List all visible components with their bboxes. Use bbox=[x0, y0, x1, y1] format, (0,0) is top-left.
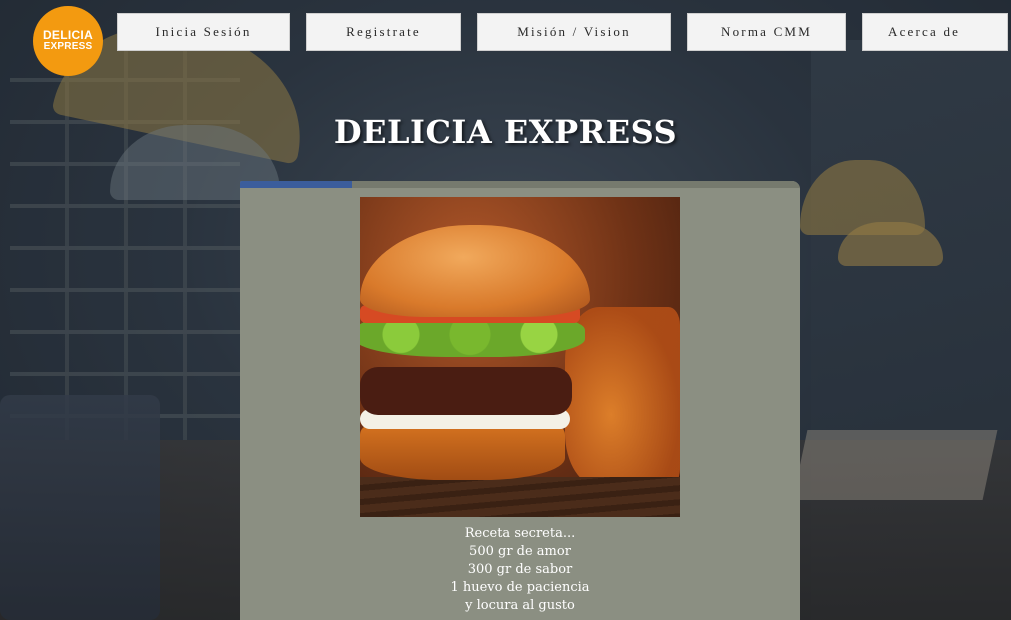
nav-cmm-norm-button[interactable]: Norma CMM bbox=[687, 13, 846, 51]
hamburger-photo bbox=[360, 197, 680, 517]
patty-shape bbox=[360, 367, 572, 415]
recipe-line: 300 gr de sabor bbox=[467, 562, 573, 577]
page-title: DELICIA EXPRESS bbox=[333, 113, 678, 152]
recipe-line: Receta secreta... bbox=[464, 526, 576, 541]
nav-login-button[interactable]: Inicia Sesión bbox=[117, 13, 290, 51]
nav-about-button[interactable]: Acerca de bbox=[862, 13, 1008, 51]
nav-register-button[interactable]: Registrate bbox=[306, 13, 461, 51]
panel-progress-bar bbox=[240, 181, 800, 188]
nav-mission-vision-button[interactable]: Misión / Vision bbox=[477, 13, 671, 51]
site-logo[interactable]: DELICIA EXPRESS bbox=[33, 6, 103, 76]
bun-bottom-shape bbox=[360, 425, 565, 480]
content-panel: Receta secreta... 500 gr de amor 300 gr … bbox=[240, 181, 800, 620]
wood-table-shape bbox=[360, 477, 680, 517]
logo-line-2: EXPRESS bbox=[43, 41, 93, 53]
bun-top-shape bbox=[360, 225, 590, 317]
panel-progress-fill bbox=[240, 181, 352, 188]
recipe-line: y locura al gusto bbox=[465, 598, 575, 613]
recipe-line: 500 gr de amor bbox=[469, 544, 571, 559]
recipe-line: 1 huevo de paciencia bbox=[450, 580, 590, 595]
recipe-text: Receta secreta... 500 gr de amor 300 gr … bbox=[240, 525, 800, 615]
